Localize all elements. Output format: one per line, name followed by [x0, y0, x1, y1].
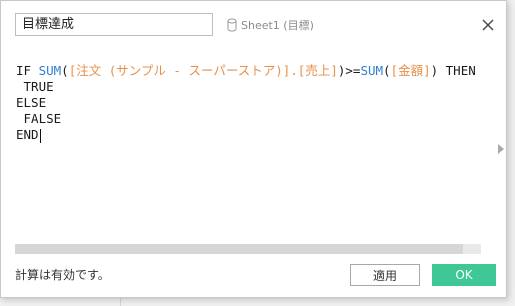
data-source-label: Sheet1 (目標): [227, 15, 314, 35]
background-edge: [0, 298, 515, 306]
keyword-if: IF: [16, 63, 39, 78]
function-sum: SUM: [38, 63, 62, 78]
background-divider: [120, 298, 121, 306]
formula-editor[interactable]: IF SUM([注文 (サンプル - スーパーストア)].[売上])>=SUM(…: [2, 47, 506, 247]
calculation-editor-dialog: 目標達成 Sheet1 (目標) IF SUM([注文 (サンプル - スーパー…: [0, 0, 507, 298]
operator: )>=: [337, 63, 361, 78]
formula-line: TRUE: [16, 79, 54, 94]
formula-line: FALSE: [16, 111, 62, 126]
ok-button[interactable]: OK: [432, 264, 496, 286]
horizontal-scrollbar[interactable]: [15, 244, 481, 254]
keyword-then: ) THEN: [430, 63, 476, 78]
formula-line: END: [16, 127, 41, 143]
calc-name-input[interactable]: 目標達成: [15, 13, 213, 36]
formula-line: IF SUM([注文 (サンプル - スーパーストア)].[売上])>=SUM(…: [16, 63, 476, 79]
apply-button[interactable]: 適用: [350, 264, 420, 286]
scrollbar-thumb[interactable]: [15, 244, 463, 254]
field-reference: [金額]: [390, 63, 431, 78]
background-edge: [507, 0, 515, 306]
text-caret: [39, 128, 41, 143]
keyword-end: END: [16, 127, 39, 142]
close-icon: [482, 19, 494, 31]
database-icon: [227, 18, 237, 32]
expand-panel-icon[interactable]: [498, 144, 504, 154]
paren: (: [383, 63, 391, 78]
field-reference: [注文 (サンプル - スーパーストア)].[売上]: [68, 63, 338, 78]
data-source-name: Sheet1 (目標): [241, 19, 314, 32]
validation-status: 計算は有効です。: [15, 268, 110, 282]
close-button[interactable]: [477, 14, 499, 36]
function-sum: SUM: [360, 63, 384, 78]
formula-line: ELSE: [16, 95, 47, 110]
paren: (: [61, 63, 69, 78]
